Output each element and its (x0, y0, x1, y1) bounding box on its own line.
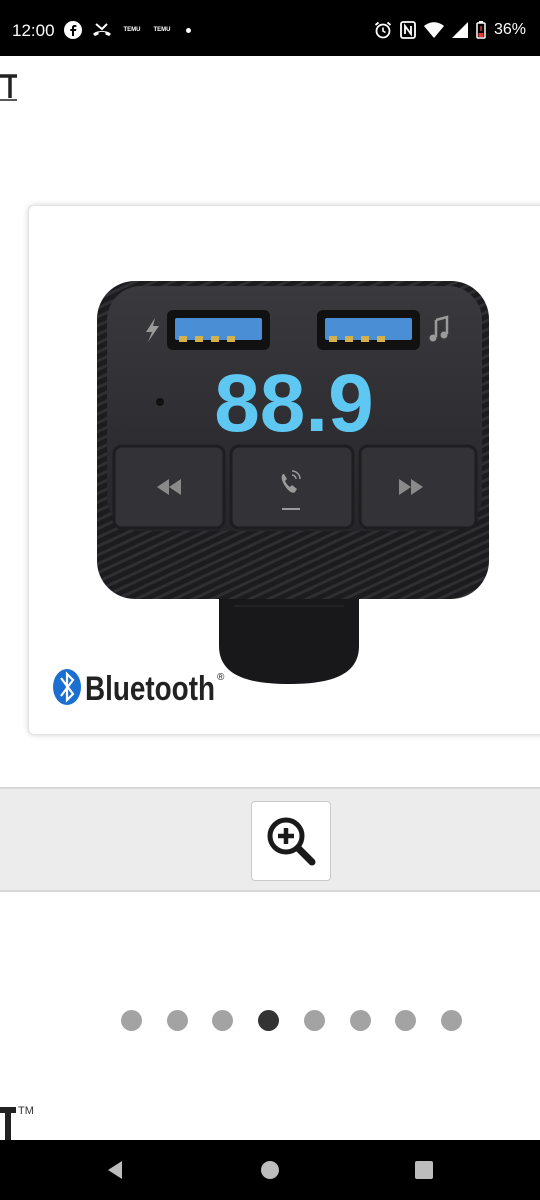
pager-dot-3[interactable] (212, 1010, 233, 1031)
back-icon (108, 1161, 122, 1179)
status-bar: 12:00 TEMU TEMU 36% (0, 0, 540, 56)
status-time: 12:00 (12, 21, 55, 40)
home-button[interactable] (257, 1157, 283, 1183)
zoom-button[interactable] (251, 801, 331, 881)
pager-dot-2[interactable] (167, 1010, 188, 1031)
temu-label-1: TEMU (123, 27, 141, 33)
home-icon (261, 1161, 279, 1179)
temu-icon: TEMU (122, 27, 142, 33)
pager-dot-8[interactable] (441, 1010, 462, 1031)
image-pager (0, 1010, 540, 1032)
bluetooth-logo: Bluetooth ® (53, 669, 225, 708)
navigation-bar (0, 1140, 540, 1200)
status-left-icons: TEMU TEMU (64, 18, 191, 42)
signal-icon (451, 22, 468, 38)
facebook-icon (64, 21, 82, 39)
pager-dot-4-active[interactable] (258, 1010, 279, 1031)
trademark-mark: TM (18, 1105, 34, 1117)
back-button[interactable] (102, 1157, 128, 1183)
zoom-strip (0, 787, 540, 892)
product-image-card[interactable]: 88.9 Bluetooth ® (28, 205, 540, 735)
status-right-icons: 36% (374, 18, 526, 42)
zoom-in-icon (267, 817, 316, 866)
pager-dot-6[interactable] (350, 1010, 371, 1031)
missed-call-icon (93, 23, 111, 36)
recents-button[interactable] (411, 1157, 437, 1183)
notification-dot (186, 27, 191, 33)
product-image: 88.9 Bluetooth ® (53, 281, 489, 708)
alarm-icon (374, 21, 392, 39)
wifi-icon (423, 22, 444, 38)
display-frequency: 88.9 (214, 358, 374, 449)
bluetooth-brand-text: Bluetooth (85, 670, 215, 708)
brand-logo-fragment (0, 74, 17, 101)
pager-dot-5[interactable] (304, 1010, 325, 1031)
microphone-hole (156, 398, 164, 406)
temu-icon: TEMU (152, 27, 172, 33)
pager-dot-7[interactable] (395, 1010, 416, 1031)
recents-icon (415, 1161, 433, 1179)
temu-label-2: TEMU (153, 27, 171, 33)
registered-mark: ® (217, 672, 225, 683)
battery-icon (476, 21, 486, 39)
battery-percent: 36% (493, 21, 526, 38)
pager-dot-1[interactable] (121, 1010, 142, 1031)
nfc-icon (400, 21, 416, 39)
